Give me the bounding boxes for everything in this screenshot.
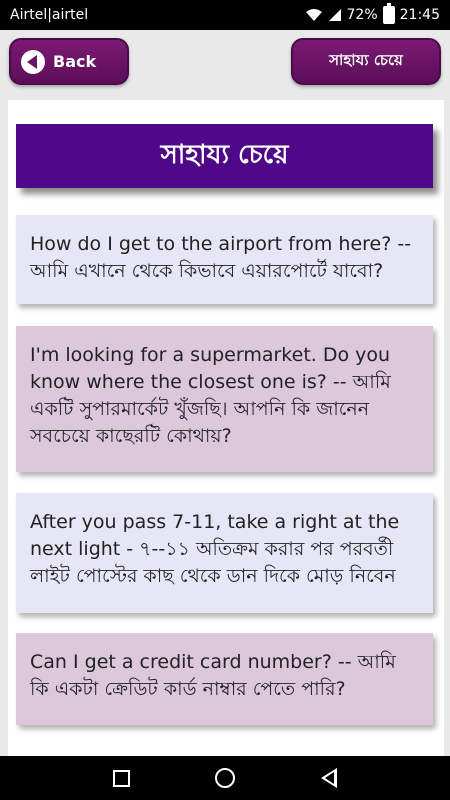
status-icons: 72% 21:45 xyxy=(305,3,440,24)
page-title: সাহায্য চেয়ে xyxy=(16,124,433,188)
clock: 21:45 xyxy=(399,7,440,23)
status-bar: Airtel|airtel 72% 21:45 xyxy=(0,0,450,30)
phrase-card[interactable]: I'm looking for a supermarket. Do you kn… xyxy=(16,326,433,472)
phrase-text: I'm looking for a supermarket. Do you kn… xyxy=(30,344,391,447)
square-icon[interactable] xyxy=(112,769,130,787)
back-arrow-icon xyxy=(21,49,45,74)
back-button[interactable]: Back xyxy=(9,38,129,85)
phrase-text: After you pass 7-11, take a right at the… xyxy=(30,511,400,587)
battery-icon xyxy=(382,3,395,24)
category-title-label: সাহায্য চেয়ে xyxy=(329,51,403,69)
back-button-label: Back xyxy=(53,52,97,71)
phrase-card[interactable]: How do I get to the airport from here? -… xyxy=(16,215,433,304)
system-nav-bar xyxy=(0,756,450,800)
triangle-back-icon[interactable] xyxy=(321,768,338,788)
phrase-text: How do I get to the airport from here? -… xyxy=(30,233,412,282)
wifi-icon xyxy=(305,8,323,22)
phrase-card[interactable]: After you pass 7-11, take a right at the… xyxy=(16,493,433,613)
phrase-text: Can I get a credit card number? -- আমি ক… xyxy=(30,651,396,700)
category-title-button[interactable]: সাহায্য চেয়ে xyxy=(291,38,441,85)
page-title-text: সাহায্য চেয়ে xyxy=(160,140,289,170)
top-bar: Back সাহায্য চেয়ে xyxy=(0,30,450,98)
phrase-card[interactable]: Can I get a credit card number? -- আমি ক… xyxy=(16,633,433,725)
signal-icon xyxy=(328,8,342,22)
carrier-label: Airtel|airtel xyxy=(10,7,89,23)
content-panel[interactable]: সাহায্য চেয়ে How do I get to the airpor… xyxy=(8,100,444,756)
battery-percent: 72% xyxy=(346,7,378,23)
circle-icon[interactable] xyxy=(215,768,236,788)
